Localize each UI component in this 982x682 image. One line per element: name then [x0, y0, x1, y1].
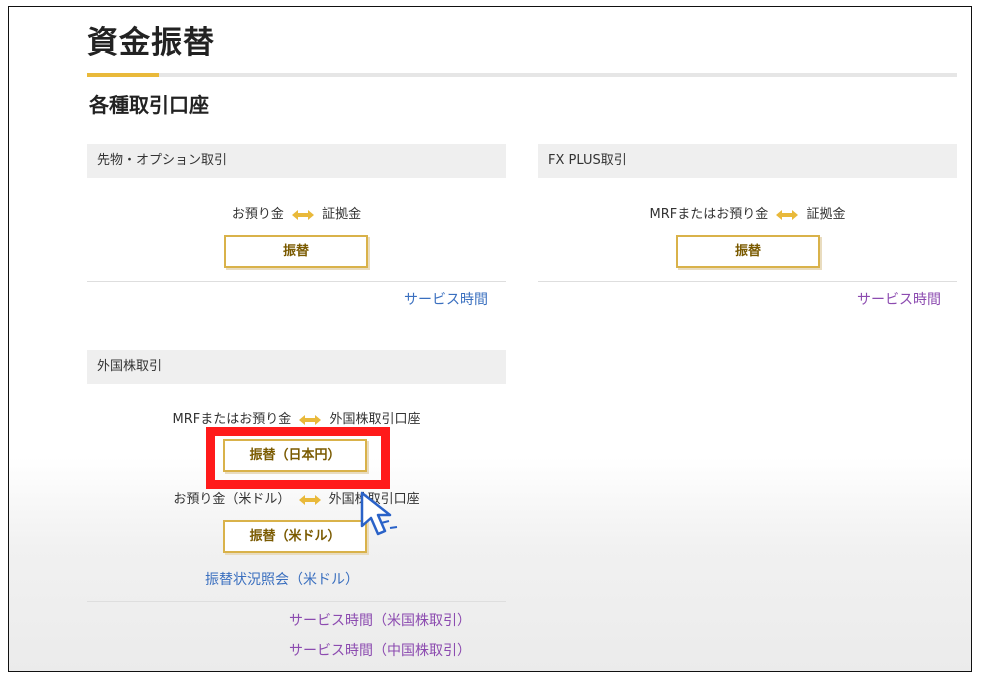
foreign-usd-transfer-line: お預り金（米ドル） 外国株取引口座: [87, 488, 506, 507]
foreign-divider: [87, 601, 506, 602]
double-arrow-icon: [299, 414, 322, 425]
futures-transfer-from: お預り金: [231, 207, 284, 222]
service-time-us-link[interactable]: サービス時間（米国株取引）: [289, 610, 471, 630]
section-title: 各種取引口座: [89, 93, 209, 117]
fx-transfer-line: MRFまたはお預り金 証拠金: [538, 203, 957, 222]
transfer-status-link[interactable]: 振替状況照会（米ドル）: [205, 569, 359, 589]
page-frame: 資金振替 各種取引口座 先物・オプション取引 お預り金 証拠金 振替 サービス時…: [8, 6, 972, 672]
double-arrow-icon: [298, 494, 321, 505]
page-title: 資金振替: [87, 25, 215, 61]
fx-transfer-from: MRFまたはお預り金: [649, 207, 769, 222]
double-arrow-icon: [776, 209, 799, 220]
futures-transfer-button[interactable]: 振替: [224, 235, 368, 268]
fx-panel-header: FX PLUS取引: [538, 144, 957, 178]
foreign-usd-transfer-from: お預り金（米ドル）: [173, 492, 291, 507]
foreign-jpy-transfer-line: MRFまたはお預り金 外国株取引口座: [87, 408, 506, 427]
foreign-panel-header: 外国株取引: [87, 350, 506, 384]
fx-transfer-to: 証拠金: [806, 207, 846, 222]
futures-service-time-link[interactable]: サービス時間: [404, 289, 488, 309]
title-underline: [87, 73, 957, 77]
fx-transfer-button[interactable]: 振替: [676, 235, 820, 268]
futures-divider: [87, 281, 506, 282]
futures-transfer-line: お預り金 証拠金: [87, 203, 506, 222]
title-underline-accent: [87, 73, 159, 77]
fx-service-time-link[interactable]: サービス時間: [857, 289, 941, 309]
mouse-pointer-icon: [360, 491, 398, 536]
foreign-jpy-transfer-from: MRFまたはお預り金: [172, 412, 292, 427]
highlight-box: [206, 427, 390, 489]
futures-panel-header: 先物・オプション取引: [87, 144, 506, 178]
futures-transfer-to: 証拠金: [322, 207, 362, 222]
service-time-cn-link[interactable]: サービス時間（中国株取引）: [289, 640, 471, 660]
fx-divider: [538, 281, 957, 282]
foreign-jpy-transfer-to: 外国株取引口座: [329, 412, 421, 427]
double-arrow-icon: [292, 209, 314, 220]
foreign-usd-transfer-button[interactable]: 振替（米ドル）: [223, 520, 367, 553]
